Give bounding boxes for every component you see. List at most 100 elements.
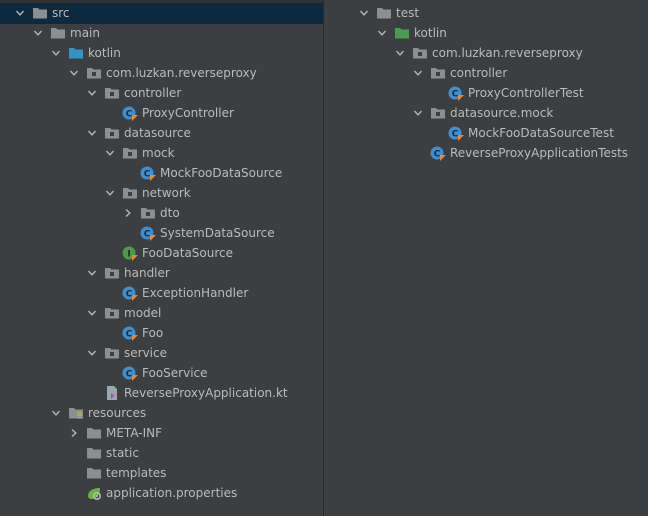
kotlin-class-icon: C (430, 145, 446, 161)
chevron-down-icon[interactable] (358, 7, 370, 19)
folder-icon (32, 5, 48, 21)
chevron-down-icon[interactable] (86, 127, 98, 139)
folder-icon (376, 5, 392, 21)
tree-row-fooservice[interactable]: C FooService (104, 363, 208, 383)
tree-row-com-luzkan-reverseproxy[interactable]: com.luzkan.reverseproxy (394, 43, 583, 63)
svg-text:C: C (452, 130, 459, 140)
main-project-tree: src main kotlin com.luzkan.reverseproxy cont… (0, 0, 324, 516)
tree-row-com-luzkan-reverseproxy[interactable]: com.luzkan.reverseproxy (68, 63, 257, 83)
package-icon (104, 85, 120, 101)
tree-item-label: com.luzkan.reverseproxy (106, 66, 257, 80)
test-source-folder-icon (394, 25, 410, 41)
tree-row-src[interactable]: src (14, 3, 70, 23)
tree-row-main[interactable]: main (32, 23, 100, 43)
tree-row-controller[interactable]: controller (412, 63, 507, 83)
tree-row-service[interactable]: service (86, 343, 167, 363)
tree-item-label: SystemDataSource (160, 226, 275, 240)
folder-icon (86, 465, 102, 481)
svg-text:C: C (126, 290, 133, 300)
tree-item-label: static (106, 446, 139, 460)
chevron-right-icon[interactable] (68, 427, 80, 439)
tree-item-label: datasource (124, 126, 191, 140)
chevron-down-icon[interactable] (50, 407, 62, 419)
chevron-down-icon[interactable] (14, 7, 26, 19)
package-icon (86, 65, 102, 81)
tree-row-resources[interactable]: resources (50, 403, 146, 423)
test-project-tree: test kotlin com.luzkan.reverseproxy control… (324, 0, 648, 516)
tree-item-label: datasource.mock (450, 106, 554, 120)
kotlin-file-icon (104, 385, 120, 401)
tree-item-label: Foo (142, 326, 164, 340)
tree-row-test[interactable]: test (358, 3, 419, 23)
chevron-down-icon[interactable] (50, 47, 62, 59)
tree-row-reverseproxyapplication-kt[interactable]: ReverseProxyApplication.kt (86, 383, 288, 403)
chevron-down-icon[interactable] (86, 267, 98, 279)
svg-text:C: C (144, 170, 151, 180)
tree-item-label: test (396, 6, 420, 20)
svg-text:I: I (127, 250, 130, 260)
chevron-down-icon[interactable] (32, 27, 44, 39)
tree-row-proxycontroller[interactable]: C ProxyController (104, 103, 234, 123)
chevron-down-icon[interactable] (104, 147, 116, 159)
package-icon (430, 65, 446, 81)
tree-row-mock[interactable]: mock (104, 143, 175, 163)
tree-row-network[interactable]: network (104, 183, 191, 203)
chevron-down-icon[interactable] (86, 307, 98, 319)
kotlin-interface-icon: I (122, 245, 138, 261)
tree-row-meta-inf[interactable]: META-INF (68, 423, 162, 443)
tree-item-label: dto (160, 206, 180, 220)
tree-row-systemdatasource[interactable]: C SystemDataSource (122, 223, 275, 243)
tree-item-label: MockFooDataSource (160, 166, 283, 180)
tree-item-label: ProxyController (142, 106, 234, 120)
tree-row-reverseproxyapplicationtests[interactable]: C ReverseProxyApplicationTests (412, 143, 628, 163)
package-icon (104, 305, 120, 321)
tree-item-label: ReverseProxyApplication.kt (124, 386, 288, 400)
tree-row-datasource[interactable]: datasource (86, 123, 191, 143)
chevron-down-icon[interactable] (394, 47, 406, 59)
tree-row-dto[interactable]: dto (122, 203, 180, 223)
chevron-down-icon[interactable] (86, 87, 98, 99)
kotlin-class-icon: C (448, 85, 464, 101)
tree-row-exceptionhandler[interactable]: C ExceptionHandler (104, 283, 248, 303)
resources-folder-icon (68, 405, 84, 421)
tree-row-foo[interactable]: C Foo (104, 323, 163, 343)
tree-row-kotlin[interactable]: kotlin (376, 23, 447, 43)
tree-row-mockfoodatasourcetest[interactable]: C MockFooDataSourceTest (430, 123, 614, 143)
folder-icon (86, 425, 102, 441)
tree-row-model[interactable]: model (86, 303, 161, 323)
tree-item-label: main (70, 26, 100, 40)
tree-row-proxycontrollertest[interactable]: C ProxyControllerTest (430, 83, 584, 103)
tree-row-controller[interactable]: controller (86, 83, 181, 103)
tree-row-mockfoodatasource[interactable]: C MockFooDataSource (122, 163, 282, 183)
package-icon (104, 265, 120, 281)
tree-item-label: ExceptionHandler (142, 286, 249, 300)
kotlin-class-icon: C (122, 105, 138, 121)
tree-row-datasource-mock[interactable]: datasource.mock (412, 103, 553, 123)
kotlin-class-icon: C (122, 365, 138, 381)
tree-row-kotlin[interactable]: kotlin (50, 43, 121, 63)
chevron-down-icon[interactable] (86, 347, 98, 359)
tree-item-label: controller (124, 86, 182, 100)
tree-row-application-properties[interactable]: application.properties (68, 483, 237, 503)
tree-item-label: network (142, 186, 191, 200)
chevron-down-icon[interactable] (376, 27, 388, 39)
tree-item-label: kotlin (88, 46, 121, 60)
tree-row-foodatasource[interactable]: I FooDataSource (104, 243, 233, 263)
tree-item-label: ReverseProxyApplicationTests (450, 146, 629, 160)
chevron-down-icon[interactable] (412, 107, 424, 119)
chevron-right-icon[interactable] (122, 207, 134, 219)
tree-item-label: FooDataSource (142, 246, 234, 260)
package-icon (104, 125, 120, 141)
tree-row-static[interactable]: static (68, 443, 139, 463)
chevron-down-icon[interactable] (68, 67, 80, 79)
tree-item-label: templates (106, 466, 167, 480)
svg-text:C: C (144, 230, 151, 240)
folder-icon (86, 445, 102, 461)
svg-text:C: C (126, 110, 133, 120)
chevron-down-icon[interactable] (412, 67, 424, 79)
tree-row-templates[interactable]: templates (68, 463, 166, 483)
tree-item-label: controller (450, 66, 508, 80)
chevron-down-icon[interactable] (104, 187, 116, 199)
tree-row-handler[interactable]: handler (86, 263, 170, 283)
kotlin-class-icon: C (122, 285, 138, 301)
